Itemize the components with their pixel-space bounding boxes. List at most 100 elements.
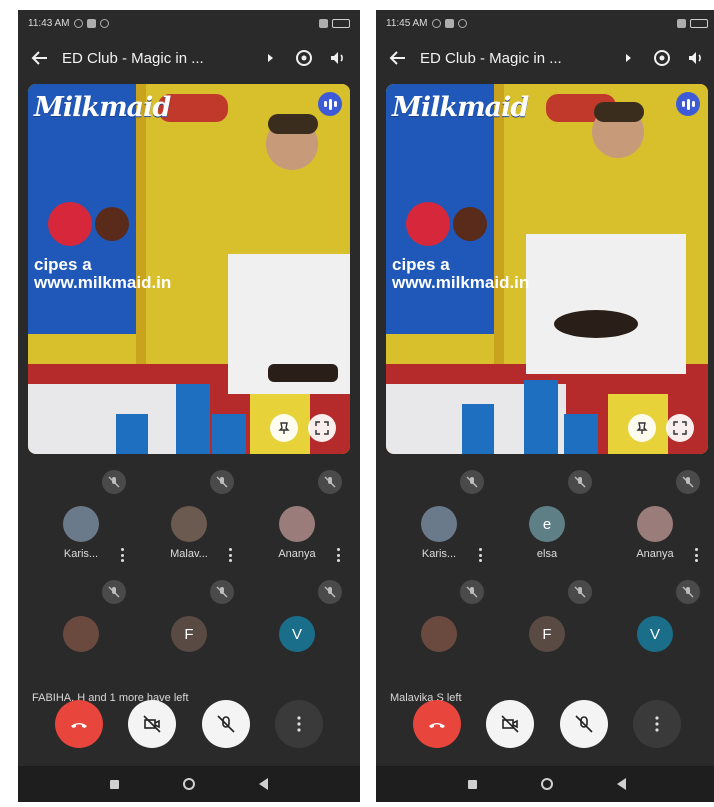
speaking-indicator-icon [676,92,700,116]
avatar: e [529,506,565,542]
avatar [637,506,673,542]
signal-icon [677,18,686,28]
status-time: 11:43 AM [28,17,70,29]
phone-screen-right: 11:45 AM ED Club - Magic in ... Milkmaid… [376,10,714,802]
video-off-button[interactable] [128,700,177,748]
status-bar: 11:45 AM [376,10,714,36]
phone-screen-left: 11:43 AM ED Club - Magic in ... Milkmaid… [18,10,360,802]
main-video-feed[interactable]: Milkmaid cipes a www.milkmaid.in [28,84,350,454]
participant-tile[interactable]: F [136,576,242,686]
recents-icon[interactable] [468,779,477,789]
more-vert-icon[interactable] [476,548,484,562]
camera-switch-icon[interactable] [650,46,674,70]
fullscreen-icon[interactable] [666,414,694,442]
participant-tile[interactable]: Karis... [28,466,134,576]
system-nav-bar [376,766,714,802]
speaking-indicator-icon [318,92,342,116]
participant-tile[interactable]: Malav... [136,466,242,576]
home-icon[interactable] [183,778,195,790]
avatar [171,506,207,542]
mic-off-icon [676,470,700,494]
notification-icon [86,18,96,28]
main-video-feed[interactable]: Milkmaid cipes a www.milkmaid.in [386,84,708,454]
notification-icon [431,18,441,28]
comparison-page: 11:43 AM ED Club - Magic in ... Milkmaid… [0,0,714,807]
banner-line-1: cipes a [34,255,92,274]
back-arrow-icon[interactable] [28,46,52,70]
participant-tile[interactable] [386,576,492,686]
app-bar: ED Club - Magic in ... [18,36,360,80]
participant-tile[interactable]: Ananya [244,466,350,576]
system-nav-bar [18,766,360,802]
mic-off-icon [217,715,235,733]
notification-icon [99,18,109,28]
back-nav-icon[interactable] [617,778,626,790]
participant-tile[interactable]: Ananya [602,466,708,576]
more-vert-icon[interactable] [226,548,234,562]
mic-off-icon [102,470,126,494]
avatar: F [529,616,565,652]
participant-grid: Karis... Malav... Ananya F V [28,466,350,686]
end-call-button[interactable] [412,700,461,748]
banner-line-1: cipes a [392,255,450,274]
end-call-button[interactable] [54,700,103,748]
speaker-icon[interactable] [684,46,708,70]
call-controls [18,700,360,748]
more-vert-icon[interactable] [692,548,700,562]
more-options-button[interactable] [275,700,324,748]
chevron-right-icon[interactable] [616,46,640,70]
avatar [63,506,99,542]
more-vert-icon [297,716,301,732]
mic-off-button[interactable] [201,700,250,748]
pin-icon[interactable] [270,414,298,442]
avatar: V [279,616,315,652]
mic-off-icon [318,580,342,604]
back-arrow-icon[interactable] [386,46,410,70]
participant-tile[interactable]: V [244,576,350,686]
recents-icon[interactable] [110,779,119,789]
back-nav-icon[interactable] [259,778,268,790]
participant-tile[interactable]: e elsa [494,466,600,576]
mic-off-icon [568,580,592,604]
video-off-icon [501,715,519,733]
video-banner-text: cipes a www.milkmaid.in [34,256,171,292]
camera-switch-icon[interactable] [292,46,316,70]
participant-tile[interactable] [28,576,134,686]
participant-tile[interactable]: Karis... [386,466,492,576]
call-controls [376,700,714,748]
speaker-icon[interactable] [326,46,350,70]
app-bar: ED Club - Magic in ... [376,36,714,80]
video-brand-text: Milkmaid [34,92,171,123]
pin-icon[interactable] [628,414,656,442]
meeting-title[interactable]: ED Club - Magic in ... [62,50,248,67]
mic-off-icon [676,580,700,604]
mic-off-icon [102,580,126,604]
video-brand-text: Milkmaid [392,92,529,123]
avatar [421,506,457,542]
video-banner-text: cipes a www.milkmaid.in [392,256,529,292]
mic-off-button[interactable] [559,700,608,748]
status-bar: 11:43 AM [18,10,360,36]
mic-off-icon [568,470,592,494]
mic-off-icon [460,470,484,494]
participant-name: elsa [536,548,558,560]
mic-off-icon [575,715,593,733]
fullscreen-icon[interactable] [308,414,336,442]
avatar [421,616,457,652]
notification-icon [444,18,454,28]
mic-off-icon [318,470,342,494]
participant-grid: Karis... e elsa Ananya F V [386,466,708,686]
mic-off-icon [460,580,484,604]
chevron-right-icon[interactable] [258,46,282,70]
participant-tile[interactable]: V [602,576,708,686]
meeting-title[interactable]: ED Club - Magic in ... [420,50,606,67]
home-icon[interactable] [541,778,553,790]
participant-tile[interactable]: F [494,576,600,686]
video-off-button[interactable] [486,700,535,748]
signal-icon [319,18,328,28]
more-vert-icon[interactable] [118,548,126,562]
more-vert-icon[interactable] [334,548,342,562]
banner-line-2: www.milkmaid.in [392,273,530,292]
more-options-button[interactable] [633,700,682,748]
notification-icon [457,18,467,28]
